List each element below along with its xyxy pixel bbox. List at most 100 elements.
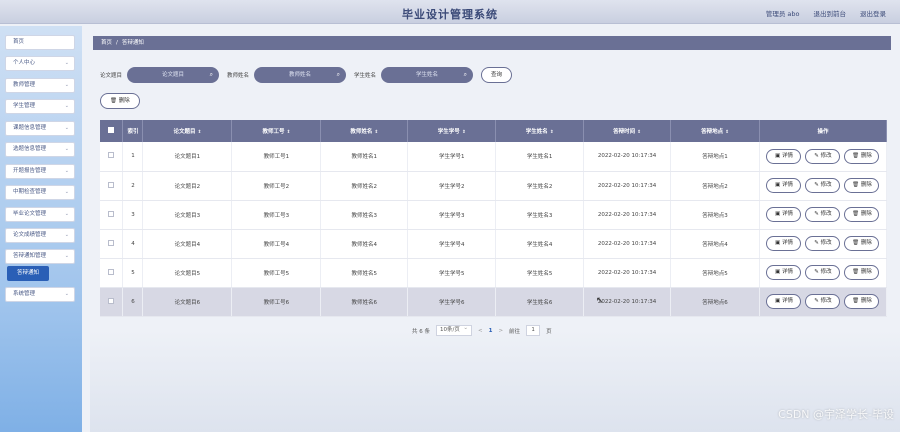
delete-button[interactable]: 🗑 删除 (844, 294, 880, 309)
teacher-search-input[interactable]: 教师姓名 ⌕ (254, 67, 347, 83)
sidebar-subitem-defense-notice[interactable]: 答辩通知 (7, 266, 49, 281)
cell-defense-place: 答辩地点1 (670, 142, 760, 172)
detail-button[interactable]: ▣ 详情 (766, 148, 802, 164)
sort-icon[interactable]: ⇕ (725, 130, 729, 135)
edit-button[interactable]: ✎ 修改 (805, 294, 841, 309)
detail-button[interactable]: ▣ 详情 (766, 265, 802, 280)
query-button[interactable]: 查询 (481, 67, 513, 83)
defense-notice-table: 索引 论文题目 ⇕ 教师工号 ⇕ 教师姓名 ⇕ 学生学号 ⇕ 学生姓名 ⇕ 答辩时间 ⇕ 答… (100, 120, 888, 317)
sidebar-item-students[interactable]: 学生管理 ⌄ (5, 99, 75, 114)
goto-page-input[interactable]: 1 (526, 325, 541, 336)
sidebar-item-label: 首页 (13, 39, 25, 45)
sort-icon[interactable]: ⇕ (286, 130, 290, 135)
action-label: 修改 (820, 152, 832, 159)
detail-icon: ▣ (774, 211, 782, 217)
logout-link[interactable]: 退出登录 (860, 8, 886, 18)
trash-icon: 🗑 (110, 98, 119, 104)
col-teacher-no[interactable]: 教师工号 ⇕ (231, 120, 322, 142)
chevron-down-icon: ⌄ (64, 168, 69, 174)
cell-actions: ▣ 详情 ✎ 修改 🗑 删除 (759, 200, 888, 230)
col-label: 学生姓名 (525, 129, 548, 135)
page-size-select[interactable]: 10条/页 (436, 324, 472, 336)
action-label: 详情 (781, 211, 793, 217)
edit-button[interactable]: ✎ 修改 (805, 148, 841, 164)
row-checkbox[interactable] (108, 239, 115, 246)
delete-button[interactable]: 🗑 删除 (844, 265, 880, 280)
sidebar-item-profile[interactable]: 个人中心 ⌄ (5, 56, 75, 71)
col-teacher-name[interactable]: 教师姓名 ⇕ (320, 120, 409, 142)
select-all-checkbox[interactable] (108, 127, 115, 133)
row-checkbox-cell[interactable] (100, 258, 124, 288)
sidebar-item-selection[interactable]: 选题信息管理 ⌄ (5, 142, 75, 157)
row-checkbox-cell[interactable] (100, 171, 124, 201)
row-checkbox-cell[interactable] (100, 287, 124, 317)
sidebar-item-midterm[interactable]: 中期检查管理 ⌄ (5, 185, 75, 200)
detail-button[interactable]: ▣ 详情 (766, 294, 802, 309)
pagination: 共 6 条 10条/页 < 1 > 前往 1 页 (412, 324, 552, 336)
total-count: 共 6 条 (412, 328, 430, 335)
detail-button[interactable]: ▣ 详情 (766, 236, 802, 251)
sort-icon[interactable]: ⇕ (462, 130, 466, 135)
col-label: 教师工号 (262, 129, 285, 135)
mouse-cursor-icon: ↖ (596, 296, 604, 306)
chevron-down-icon: ⌄ (64, 146, 69, 152)
cell-defense-time: 2022-02-20 10:17:34 (583, 258, 672, 288)
row-checkbox-cell[interactable] (100, 142, 124, 172)
row-checkbox[interactable] (108, 297, 115, 304)
breadcrumb-home[interactable]: 首页 (101, 40, 112, 46)
search-label-teacher: 教师姓名 (227, 73, 250, 79)
back-to-front-link[interactable]: 退出到前台 (814, 8, 847, 18)
sidebar-item-home[interactable]: 首页 (5, 35, 75, 50)
next-page-button[interactable]: > (498, 328, 503, 334)
detail-button[interactable]: ▣ 详情 (766, 178, 802, 193)
sidebar-item-defense[interactable]: 答辩通知管理 ⌄ (5, 249, 75, 264)
select-all-checkbox-cell[interactable] (100, 120, 124, 142)
cell-actions: ▣ 详情 ✎ 修改 🗑 删除 (759, 142, 888, 172)
sort-icon[interactable]: ⇕ (374, 130, 378, 135)
row-actions: ▣ 详情 ✎ 修改 🗑 删除 (760, 207, 886, 222)
row-checkbox[interactable] (108, 210, 115, 217)
action-label: 详情 (781, 152, 793, 159)
edit-button[interactable]: ✎ 修改 (805, 178, 841, 193)
cell-actions: ▣ 详情 ✎ 修改 🗑 删除 (759, 258, 888, 288)
sort-icon[interactable]: ⇕ (637, 130, 641, 135)
edit-button[interactable]: ✎ 修改 (805, 265, 841, 280)
col-defense-time[interactable]: 答辩时间 ⇕ (583, 120, 672, 142)
col-actions: 操作 (759, 120, 888, 142)
sidebar-item-proposal[interactable]: 开题报告管理 ⌄ (5, 164, 75, 179)
edit-button[interactable]: ✎ 修改 (805, 236, 841, 251)
sidebar-item-grades[interactable]: 论文成绩管理 ⌄ (5, 228, 75, 243)
sort-icon[interactable]: ⇕ (550, 130, 554, 135)
detail-button[interactable]: ▣ 详情 (766, 207, 802, 222)
topic-search-input[interactable]: 论文题目 ⌕ (127, 67, 220, 83)
edit-button[interactable]: ✎ 修改 (805, 207, 841, 222)
col-topic[interactable]: 论文题目 ⇕ (142, 120, 233, 142)
table-row: 6 论文题目6 教师工号6 教师姓名6 学生学号6 学生姓名6 2022-02-20 10:… (100, 287, 888, 317)
col-defense-place[interactable]: 答辩地点 ⇕ (670, 120, 760, 142)
student-search-input[interactable]: 学生姓名 ⌕ (381, 67, 474, 83)
current-page[interactable]: 1 (489, 328, 493, 334)
row-checkbox-cell[interactable] (100, 229, 124, 259)
batch-delete-button[interactable]: 🗑 删除 (100, 93, 140, 109)
prev-page-button[interactable]: < (478, 328, 483, 334)
row-checkbox[interactable] (108, 152, 115, 159)
sidebar-item-thesis[interactable]: 毕业论文管理 ⌄ (5, 207, 75, 222)
col-student-no[interactable]: 学生学号 ⇕ (407, 120, 497, 142)
chevron-down-icon: ⌄ (64, 125, 69, 131)
row-checkbox[interactable] (108, 268, 115, 275)
cell-teacher-no: 教师工号2 (231, 171, 322, 201)
row-checkbox-cell[interactable] (100, 200, 124, 230)
trash-icon: 🗑 (852, 211, 861, 217)
delete-button[interactable]: 🗑 删除 (844, 148, 880, 164)
row-checkbox[interactable] (108, 181, 115, 188)
detail-icon: ▣ (774, 182, 782, 188)
sidebar-item-topics[interactable]: 课题信息管理 ⌄ (5, 121, 75, 136)
sort-icon[interactable]: ⇕ (198, 130, 202, 135)
delete-button[interactable]: 🗑 删除 (844, 207, 880, 222)
sidebar-item-teachers[interactable]: 教师管理 ⌄ (5, 78, 75, 93)
sidebar-item-system[interactable]: 系统管理 ⌄ (5, 287, 75, 302)
col-student-name[interactable]: 学生姓名 ⇕ (495, 120, 585, 142)
delete-button[interactable]: 🗑 删除 (844, 178, 880, 193)
table-row: 5 论文题目5 教师工号5 教师姓名5 学生学号5 学生姓名5 2022-02-20 10:… (100, 258, 888, 288)
delete-button[interactable]: 🗑 删除 (844, 236, 880, 251)
